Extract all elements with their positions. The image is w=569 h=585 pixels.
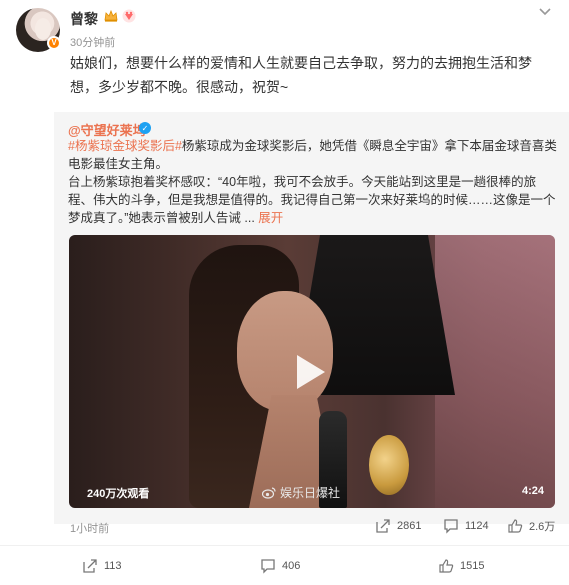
hashtag-link[interactable]: #杨紫琼金球奖影后# bbox=[68, 139, 182, 153]
weibo-logo-icon bbox=[262, 486, 276, 499]
trophy bbox=[369, 435, 409, 495]
repost-like-button[interactable]: 2.6万 bbox=[507, 518, 555, 534]
watermark-text: 娱乐日爆社 bbox=[280, 486, 341, 500]
share-icon bbox=[376, 519, 390, 533]
share-count: 113 bbox=[104, 560, 122, 572]
repost-text-paragraph: 台上杨紫琼抱着奖杯感叹：“40年啦，我可不会放手。今天能站到这里是一趟很棒的旅程… bbox=[68, 175, 556, 225]
weibo-post: V 曾黎 30分钟前 姑娘们，想要什么样的爱情和人生就要自己去争取，努力的去拥抱… bbox=[0, 0, 569, 585]
share-icon bbox=[83, 559, 97, 573]
thumbs-up-icon bbox=[439, 559, 454, 573]
repost-timestamp[interactable]: 1小时前 bbox=[70, 520, 109, 536]
chevron-down-icon[interactable] bbox=[537, 4, 553, 20]
divider bbox=[0, 545, 569, 546]
thumbs-up-icon bbox=[508, 519, 523, 533]
post-text: 姑娘们，想要什么样的爱情和人生就要自己去争取，努力的去拥抱生活和梦想，多少岁都不… bbox=[70, 55, 532, 95]
share-button[interactable]: 113 bbox=[82, 558, 122, 574]
video-views: 240万次观看 bbox=[87, 488, 150, 500]
post-author-name[interactable]: 曾黎 bbox=[70, 9, 98, 29]
post-timestamp[interactable]: 30分钟前 bbox=[70, 34, 115, 50]
repost-text: #杨紫琼金球奖影后#杨紫琼成为金球奖影后，她凭借《瞬息全宇宙》拿下本届金球音喜类… bbox=[68, 137, 558, 227]
repost-share-button[interactable]: 2861 bbox=[375, 518, 421, 534]
video-duration: 4:24 bbox=[522, 485, 545, 497]
expand-link[interactable]: 展开 bbox=[258, 211, 283, 225]
comment-button[interactable]: 406 bbox=[260, 558, 300, 574]
repost-share-count: 2861 bbox=[397, 520, 422, 532]
play-icon[interactable] bbox=[293, 353, 327, 391]
repost-like-count: 2.6万 bbox=[529, 521, 556, 533]
crown-icon bbox=[104, 10, 118, 22]
repost-comment-button[interactable]: 1124 bbox=[443, 518, 489, 534]
comment-icon bbox=[261, 559, 275, 574]
like-count: 1515 bbox=[460, 560, 485, 572]
repost-comment-count: 1124 bbox=[465, 520, 489, 532]
verified-icon: ✓ bbox=[139, 122, 151, 134]
comment-icon bbox=[444, 519, 458, 534]
video-face bbox=[237, 291, 333, 411]
comment-count: 406 bbox=[282, 560, 301, 572]
member-icon bbox=[122, 9, 136, 23]
like-button[interactable]: 1515 bbox=[438, 558, 484, 574]
video-background bbox=[435, 235, 555, 508]
video-watermark: 娱乐日爆社 bbox=[262, 484, 340, 501]
verified-badge-icon: V bbox=[47, 36, 61, 50]
